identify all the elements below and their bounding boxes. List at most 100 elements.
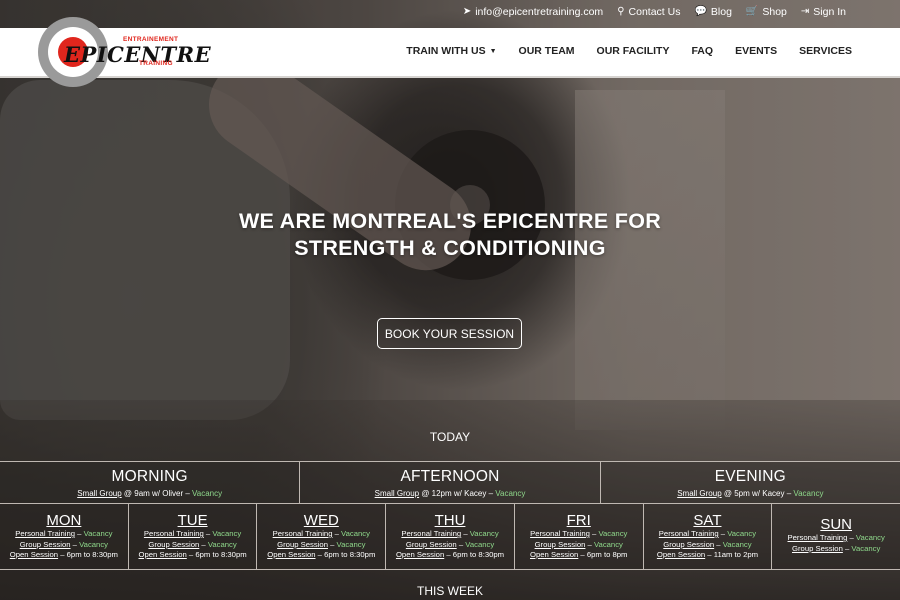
vacancy-status: Vacancy xyxy=(465,539,495,549)
day-line-open: Open Session – 6pm to 8pm xyxy=(515,550,643,561)
vacancy-status: Vacancy xyxy=(469,529,499,538)
day-line-personal: Personal Training – Vacancy xyxy=(515,529,643,540)
personal-training-link[interactable]: Personal Training xyxy=(15,529,75,538)
session-link[interactable]: Small Group xyxy=(677,489,721,498)
vacancy-status: Vacancy xyxy=(83,529,113,538)
site-logo[interactable]: ENTRAINEMENT EPICENTRE TRAINING xyxy=(38,17,218,87)
book-session-button[interactable]: BOOK YOUR SESSION xyxy=(377,318,522,349)
signin-text: Sign In xyxy=(813,6,846,18)
vacancy-status: Vacancy xyxy=(192,489,223,498)
day-line-open: Open Session – 6pm to 8:30pm xyxy=(386,550,514,561)
slot-detail: Small Group @ 5pm w/ Kacey – Vacancy xyxy=(601,489,900,498)
hero-headline-line1: WE ARE MONTREAL'S EPICENTRE FOR xyxy=(238,209,662,233)
vacancy-status: Vacancy xyxy=(207,539,237,549)
personal-training-link[interactable]: Personal Training xyxy=(788,533,848,542)
personal-training-link[interactable]: Personal Training xyxy=(273,529,333,538)
hero-headline-line2: STRENGTH & CONDITIONING xyxy=(294,236,606,260)
personal-training-link[interactable]: Personal Training xyxy=(659,529,719,538)
open-session-time: 6pm to 8:30pm xyxy=(66,550,118,559)
day-title[interactable]: SUN xyxy=(772,516,900,533)
session-link[interactable]: Small Group xyxy=(77,489,121,498)
open-session-time: 6pm to 8pm xyxy=(586,550,628,559)
group-session-link[interactable]: Group Session xyxy=(406,540,457,549)
day-title[interactable]: WED xyxy=(257,512,385,529)
vacancy-status: Vacancy xyxy=(727,529,757,538)
signin-link[interactable]: ⇥ Sign In xyxy=(801,6,846,18)
nav-item-our-facility[interactable]: OUR FACILITY xyxy=(597,45,670,57)
open-session-link[interactable]: Open Session xyxy=(139,550,187,559)
slot-afternoon: AFTERNOON Small Group @ 12pm w/ Kacey – … xyxy=(300,462,601,503)
open-session-time: 6pm to 8:30pm xyxy=(324,550,376,559)
dash: – xyxy=(578,550,587,559)
dash: – xyxy=(327,539,337,549)
day-line-personal: Personal Training – Vacancy xyxy=(257,529,385,540)
day-line-group: Group Session – Vacancy xyxy=(129,540,257,551)
week-schedule: MON Personal Training – Vacancy Group Se… xyxy=(0,504,900,570)
contact-link[interactable]: ⚲ Contact Us xyxy=(617,6,680,18)
nav-item-events[interactable]: EVENTS xyxy=(735,45,777,57)
vacancy-status: Vacancy xyxy=(495,489,526,498)
dash: – xyxy=(705,550,714,559)
vacancy-status: Vacancy xyxy=(855,533,885,542)
nav-train-label: TRAIN WITH US xyxy=(406,45,486,57)
vacancy-status: Vacancy xyxy=(336,539,366,549)
group-session-link[interactable]: Group Session xyxy=(148,540,199,549)
open-session-link[interactable]: Open Session xyxy=(10,550,58,559)
vacancy-status: Vacancy xyxy=(598,529,628,538)
day-title[interactable]: MON xyxy=(0,512,128,529)
nav-item-services[interactable]: SERVICES xyxy=(799,45,852,57)
personal-training-link[interactable]: Personal Training xyxy=(144,529,204,538)
day-tue: TUE Personal Training – Vacancy Group Se… xyxy=(129,504,258,569)
group-session-link[interactable]: Group Session xyxy=(663,540,714,549)
blog-link[interactable]: 💬 Blog xyxy=(694,6,731,18)
sign-in-icon: ⇥ xyxy=(800,6,810,17)
day-line-open: Open Session – 6pm to 8:30pm xyxy=(257,550,385,561)
slot-detail: Small Group @ 12pm w/ Kacey – Vacancy xyxy=(300,489,599,498)
slot-title: EVENING xyxy=(714,468,786,485)
open-session-link[interactable]: Open Session xyxy=(530,550,578,559)
open-session-time: 11am to 2pm xyxy=(713,550,759,559)
logo-bottom-text: TRAINING xyxy=(139,60,173,67)
logo-wordmark: EPICENTRE xyxy=(64,42,212,67)
day-title[interactable]: THU xyxy=(386,512,514,529)
day-line-personal: Personal Training – Vacancy xyxy=(772,533,900,544)
session-link[interactable]: Small Group xyxy=(375,489,419,498)
open-session-link[interactable]: Open Session xyxy=(657,550,705,559)
open-session-link[interactable]: Open Session xyxy=(396,550,444,559)
day-line-open: Open Session – 6pm to 8:30pm xyxy=(129,550,257,561)
day-title[interactable]: SAT xyxy=(644,512,772,529)
vacancy-status: Vacancy xyxy=(722,539,752,549)
personal-training-link[interactable]: Personal Training xyxy=(530,529,590,538)
shop-link[interactable]: 🛒 Shop xyxy=(746,6,787,18)
group-session-link[interactable]: Group Session xyxy=(277,540,328,549)
day-title[interactable]: TUE xyxy=(129,512,257,529)
day-sat: SAT Personal Training – Vacancy Group Se… xyxy=(644,504,773,569)
caret-down-icon: ▼ xyxy=(489,47,497,55)
nav-item-faq[interactable]: FAQ xyxy=(691,45,713,57)
dash: – xyxy=(718,529,728,538)
nav-item-our-team[interactable]: OUR TEAM xyxy=(519,45,575,57)
group-session-link[interactable]: Group Session xyxy=(792,544,843,553)
this-week-label: THIS WEEK xyxy=(416,584,483,598)
blog-text: Blog xyxy=(710,6,732,18)
dash: – xyxy=(456,539,466,549)
day-line-group: Group Session – Vacancy xyxy=(0,540,128,551)
day-line-personal: Personal Training – Vacancy xyxy=(386,529,514,540)
slot-detail: Small Group @ 9am w/ Oliver – Vacancy xyxy=(0,489,299,498)
dash: – xyxy=(847,533,856,542)
day-line-group: Group Session – Vacancy xyxy=(772,544,900,555)
nav-item-train-with-us[interactable]: TRAIN WITH US ▼ xyxy=(406,45,496,57)
session-detail: @ 5pm w/ Kacey – xyxy=(721,489,794,498)
vacancy-status: Vacancy xyxy=(212,529,242,538)
slot-title: AFTERNOON xyxy=(400,468,500,485)
group-session-link[interactable]: Group Session xyxy=(535,540,586,549)
open-session-link[interactable]: Open Session xyxy=(267,550,315,559)
day-title[interactable]: FRI xyxy=(515,512,643,529)
email-link[interactable]: ➤ info@epicentretraining.com xyxy=(463,6,603,18)
vacancy-status: Vacancy xyxy=(593,539,623,549)
contact-text: Contact Us xyxy=(628,6,681,18)
group-session-link[interactable]: Group Session xyxy=(20,540,71,549)
today-schedule: MORNING Small Group @ 9am w/ Oliver – Va… xyxy=(0,461,900,504)
personal-training-link[interactable]: Personal Training xyxy=(401,529,461,538)
session-detail: @ 9am w/ Oliver – xyxy=(121,489,193,498)
